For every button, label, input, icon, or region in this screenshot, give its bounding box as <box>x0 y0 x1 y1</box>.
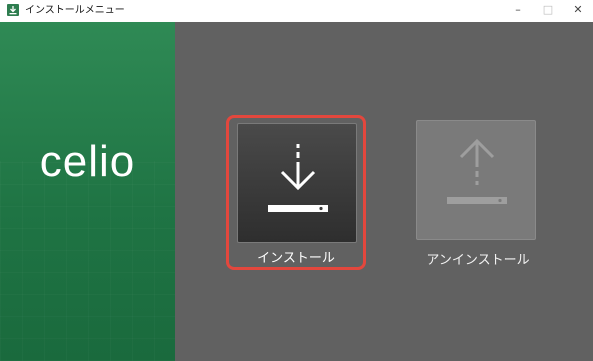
close-button[interactable]: ✕ <box>563 0 593 22</box>
uninstall-tile[interactable] <box>416 120 536 240</box>
window-title: インストールメニュー <box>25 5 125 16</box>
sidebar-pattern <box>0 161 175 361</box>
maximize-button[interactable]: □ <box>533 0 563 22</box>
download-icon <box>268 144 328 212</box>
sidebar-brand-panel <box>0 22 175 361</box>
minimize-button[interactable]: – <box>503 0 533 22</box>
upload-icon <box>447 138 507 204</box>
install-option[interactable]: インストール <box>226 115 366 270</box>
uninstall-option[interactable]: アンインストール <box>413 120 553 275</box>
title-bar: インストールメニュー – □ ✕ <box>0 0 593 22</box>
install-tile[interactable] <box>237 123 357 243</box>
install-label: インストール <box>257 251 335 266</box>
app-download-icon <box>7 4 19 16</box>
celio-logo: celio <box>39 137 136 186</box>
uninstall-label: アンインストール <box>426 253 530 268</box>
